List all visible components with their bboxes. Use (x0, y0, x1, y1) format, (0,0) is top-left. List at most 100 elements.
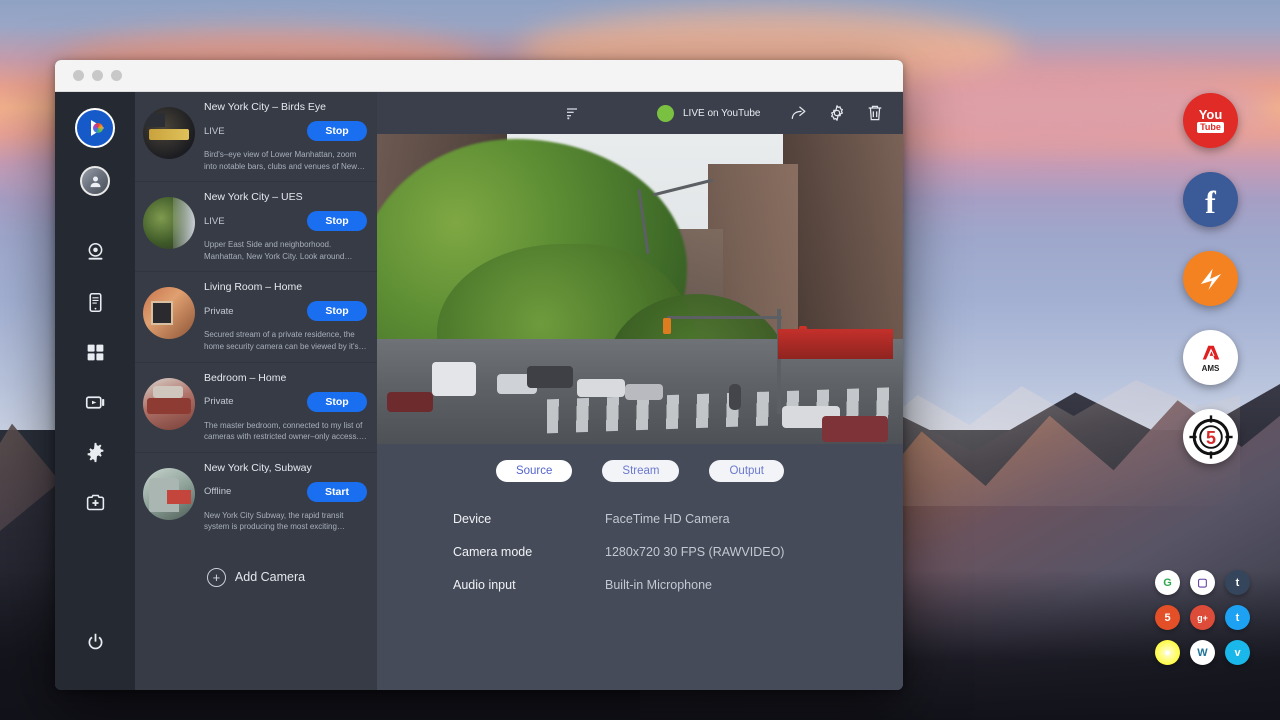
power-icon (85, 632, 106, 653)
detail-label: Device (453, 512, 605, 526)
avatar[interactable] (80, 166, 110, 196)
video-awning (778, 329, 893, 359)
camera-list-item[interactable]: Living Room – Home Private Stop Secured … (135, 272, 377, 362)
share-button[interactable] (789, 103, 809, 123)
dock-grid-item[interactable]: 5 (1150, 600, 1185, 635)
desktop-dock: You Tube f AMS 5 (1183, 93, 1238, 488)
tab-stream[interactable]: Stream (602, 460, 679, 482)
camera-list-item[interactable]: New York City, Subway Offline Start New … (135, 453, 377, 542)
window-close-button[interactable] (73, 70, 84, 81)
camera-status: Private (204, 396, 234, 407)
camera-description: The master bedroom, connected to my list… (204, 420, 367, 443)
sidebar-item-apps[interactable] (73, 330, 117, 374)
dock-grid-item[interactable]: t (1220, 600, 1255, 635)
camera-description: Secured stream of a private residence, t… (204, 329, 367, 352)
video-pole (777, 309, 781, 414)
twitter-icon: t (1225, 605, 1250, 630)
video-truck (432, 362, 476, 396)
add-camera-button[interactable]: + Add Camera (135, 542, 377, 587)
camera-list-item[interactable]: New York City – Birds Eye LIVE Stop Bird… (135, 92, 377, 182)
camera-list-item[interactable]: New York City – UES LIVE Stop Upper East… (135, 182, 377, 272)
dock-grid-item[interactable]: v (1220, 635, 1255, 670)
toolbar: LIVE on YouTube (377, 92, 903, 134)
detail-label: Audio input (453, 578, 605, 592)
detail-value: Built-in Microphone (605, 578, 712, 592)
window-maximize-button[interactable] (111, 70, 122, 81)
vimeo-icon: v (1225, 640, 1250, 665)
video-pedestrian (729, 384, 741, 410)
dock-grid-item[interactable]: t (1220, 565, 1255, 600)
sidebar-item-devices[interactable] (73, 280, 117, 324)
wordpress-icon: W (1190, 640, 1215, 665)
camera-status: Private (204, 306, 234, 317)
camera-status: LIVE (204, 126, 225, 137)
sidebar-rail (55, 92, 135, 690)
app-logo[interactable] (75, 108, 115, 148)
dock-icon-target-five[interactable]: 5 (1183, 409, 1238, 464)
sidebar-item-power[interactable] (73, 620, 117, 664)
dock-icon-facebook[interactable]: f (1183, 172, 1238, 227)
dock-grid-item[interactable]: ● (1150, 635, 1185, 670)
sidebar-item-add-device[interactable] (73, 480, 117, 524)
dock-grid-item[interactable]: W (1185, 635, 1220, 670)
video-traffic-light (663, 318, 671, 334)
delete-button[interactable] (865, 103, 885, 123)
camera-thumbnail (143, 107, 195, 159)
dock-icon-adobe-ams[interactable]: AMS (1183, 330, 1238, 385)
dock-grid-item[interactable]: g+ (1185, 600, 1220, 635)
sidebar-item-cameras[interactable] (73, 230, 117, 274)
camera-description: New York City Subway, the rapid transit … (204, 510, 367, 533)
camera-thumbnail (143, 378, 195, 430)
camera-thumbnail (143, 468, 195, 520)
dock-icon-wowza[interactable] (1183, 251, 1238, 306)
main-panel: LIVE on YouTube (377, 92, 903, 690)
camera-action-button[interactable]: Stop (307, 301, 367, 321)
add-camera-box-icon (85, 492, 106, 513)
target-icon: 5 (1187, 413, 1235, 461)
dock-grid-item[interactable]: ▢ (1185, 565, 1220, 600)
play-logo-icon (91, 120, 104, 136)
video-pole-arm (667, 316, 782, 319)
camera-action-button[interactable]: Stop (307, 121, 367, 141)
camera-title: New York City, Subway (204, 462, 367, 474)
twitch-icon: ▢ (1190, 570, 1215, 595)
sidebar-item-video[interactable] (73, 380, 117, 424)
tab-output[interactable]: Output (709, 460, 784, 482)
sidebar-item-settings[interactable] (73, 430, 117, 474)
lightning-icon (1194, 262, 1228, 296)
sort-list-button[interactable] (565, 105, 581, 121)
window-titlebar (55, 60, 903, 92)
video-car (822, 416, 888, 442)
app-window: New York City – Birds Eye LIVE Stop Bird… (55, 60, 903, 690)
desktop-social-grid: G ▢ t 5 g+ t ● W v (1150, 565, 1255, 670)
camera-list-item[interactable]: Bedroom – Home Private Stop The master b… (135, 363, 377, 453)
toolbar-settings-button[interactable] (827, 103, 847, 123)
adobe-icon (1200, 343, 1222, 365)
window-minimize-button[interactable] (92, 70, 103, 81)
video-car (527, 366, 573, 388)
svg-text:5: 5 (1205, 428, 1215, 448)
user-avatar-icon (88, 174, 103, 189)
camera-action-button[interactable]: Stop (307, 211, 367, 231)
dock-grid-item[interactable]: G (1150, 565, 1185, 600)
video-car (387, 392, 433, 412)
google-plus-icon: g+ (1190, 605, 1215, 630)
html5-icon: 5 (1155, 605, 1180, 630)
video-preview[interactable] (377, 134, 903, 444)
video-car (577, 379, 625, 397)
camera-description: Upper East Side and neighborhood. Manhat… (204, 239, 367, 262)
gear-icon (85, 442, 106, 463)
detail-row: Device FaceTime HD Camera (377, 512, 903, 545)
detail-row: Camera mode 1280x720 30 FPS (RAWVIDEO) (377, 545, 903, 578)
gear-icon (827, 103, 847, 123)
camera-action-button[interactable]: Start (307, 482, 367, 502)
tab-source[interactable]: Source (496, 460, 572, 482)
dock-icon-youtube[interactable]: You Tube (1183, 93, 1238, 148)
camera-action-button[interactable]: Stop (307, 392, 367, 412)
details-pane: Source Stream Output Device FaceTime HD … (377, 444, 903, 690)
camera-list: New York City – Birds Eye LIVE Stop Bird… (135, 92, 377, 690)
camera-title: New York City – Birds Eye (204, 101, 367, 113)
add-camera-label: Add Camera (235, 570, 305, 584)
share-arrow-icon (789, 103, 809, 123)
sort-list-icon (565, 105, 581, 121)
